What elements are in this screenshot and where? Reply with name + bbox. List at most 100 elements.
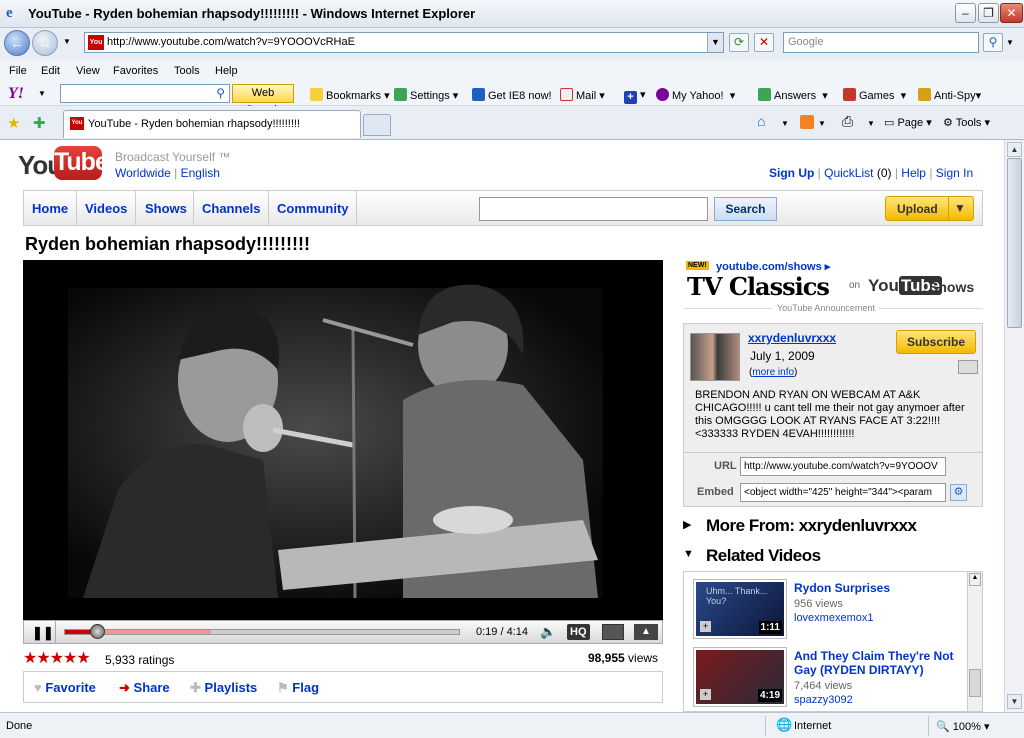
address-bar[interactable]: You http://www.youtube.com/watch?v=9YOOO… (84, 32, 724, 53)
more-info-link[interactable]: more info (752, 367, 794, 378)
home-icon[interactable]: ⌂ (757, 113, 765, 129)
nav-videos[interactable]: Videos (85, 201, 127, 216)
web-search-button[interactable]: Web Search (232, 84, 294, 116)
scroll-thumb[interactable] (1007, 158, 1022, 328)
search-dropdown-icon[interactable]: ▼ (1006, 38, 1014, 47)
youtube-logo-tube[interactable]: Tube (54, 146, 109, 180)
close-button[interactable]: ✕ (1000, 3, 1023, 23)
help-link[interactable]: Help (901, 166, 926, 180)
add-favorites-icon[interactable]: ✚ (33, 114, 46, 132)
list-item[interactable]: Uhm... Thank... You? + 1:11 Rydon Surpri… (693, 579, 890, 639)
print-icon[interactable]: ⎙ (842, 113, 853, 130)
tools-menu[interactable]: ⚙ Tools ▾ (943, 116, 990, 129)
nav-home[interactable]: Home (32, 201, 68, 216)
menu-view[interactable]: View (76, 65, 100, 77)
widescreen-icon[interactable] (602, 624, 624, 640)
related-title[interactable]: And They Claim They're Not Gay (RYDEN DI… (794, 649, 964, 677)
nav-channels[interactable]: Channels (202, 201, 261, 216)
settings-button[interactable]: Settings ▾ (394, 88, 458, 102)
yahoo-search-input[interactable]: ⚲ (60, 84, 230, 103)
rating-stars-icon[interactable]: ★★★★★ (23, 648, 91, 668)
related-scroll-thumb[interactable] (969, 669, 981, 697)
page-scrollbar[interactable]: ▲ ▼ (1004, 140, 1024, 712)
mail-button[interactable]: Mail ▾ (560, 88, 605, 102)
antispy-button[interactable]: Anti-Spy▾ (918, 88, 981, 102)
menu-tools[interactable]: Tools (174, 65, 200, 77)
refresh-icon[interactable]: ⟳ (729, 33, 749, 52)
address-dropdown-icon[interactable]: ▼ (707, 33, 723, 52)
nav-shows[interactable]: Shows (145, 201, 187, 216)
home-dropdown-icon[interactable]: ▼ (781, 119, 789, 128)
menu-edit[interactable]: Edit (41, 65, 60, 77)
share-button[interactable]: ➜ Share (119, 680, 170, 696)
plus-button[interactable]: + ▾ (624, 88, 646, 104)
get-ie8-button[interactable]: Get IE8 now! (472, 88, 552, 102)
maximize-button[interactable]: ❐ (978, 3, 999, 23)
related-heading[interactable]: Related Videos (706, 546, 821, 566)
stop-icon[interactable]: ✕ (754, 33, 774, 52)
history-dropdown-icon[interactable]: ▼ (63, 37, 71, 46)
embed-settings-icon[interactable]: ⚙ (950, 484, 967, 501)
upload-button[interactable]: Upload ▼ (885, 196, 974, 221)
new-tab-button[interactable] (363, 114, 391, 136)
related-user[interactable]: spazzy3092 (794, 694, 853, 706)
english-link[interactable]: English (181, 166, 220, 180)
zoom-control[interactable]: 🔍 100% ▾ (936, 720, 989, 733)
page-menu[interactable]: ▭ Page ▾ (884, 116, 932, 129)
bookmarks-button[interactable]: Bookmarks ▾ (310, 88, 390, 102)
signup-link[interactable]: Sign Up (769, 166, 814, 180)
my-yahoo-button[interactable]: My Yahoo! ▾ (656, 88, 735, 102)
menu-favorites[interactable]: Favorites (113, 65, 158, 77)
search-icon[interactable]: ⚲ (983, 33, 1003, 52)
add-quicklist-icon[interactable]: + (700, 689, 711, 700)
video-thumbnail[interactable]: Uhm... Thank... You? + 1:11 (693, 579, 787, 639)
games-button[interactable]: Games ▾ (843, 88, 906, 102)
video-thumbnail[interactable]: + 4:19 (693, 647, 787, 707)
related-title[interactable]: Rydon Surprises (794, 581, 974, 595)
menu-file[interactable]: File (9, 65, 27, 77)
google-search-input[interactable]: Google (783, 32, 979, 53)
related-user[interactable]: lovexmexemox1 (794, 612, 873, 624)
seek-bar[interactable] (64, 624, 460, 639)
related-toggle-icon[interactable]: ▼ (683, 548, 694, 560)
scroll-up-icon[interactable]: ▲ (1007, 142, 1022, 157)
back-button[interactable]: ← (4, 30, 30, 56)
collapse-icon[interactable] (958, 360, 978, 374)
flag-button[interactable]: ⚑ Flag (277, 680, 319, 696)
scroll-up-icon[interactable]: ▲ (969, 573, 981, 586)
embed-field[interactable]: <object width="425" height="344"><param (740, 483, 946, 502)
volume-icon[interactable]: 🔈 (540, 624, 556, 640)
tab-youtube[interactable]: You YouTube - Ryden bohemian rhapsody!!!… (63, 110, 361, 138)
url-field[interactable]: http://www.youtube.com/watch?v=9YOOOV (740, 457, 946, 476)
add-quicklist-icon[interactable]: + (700, 621, 711, 632)
related-scrollbar[interactable]: ▲ (967, 572, 982, 711)
favorite-button[interactable]: ♥ Favorite (34, 680, 96, 695)
yt-search-input[interactable] (479, 197, 708, 221)
yahoo-logo-icon[interactable]: Y! (8, 85, 24, 103)
scroll-down-icon[interactable]: ▼ (1007, 694, 1022, 709)
menu-help[interactable]: Help (215, 65, 238, 77)
upload-dropdown-icon[interactable]: ▼ (954, 201, 966, 215)
shows-ad[interactable]: NEW! youtube.com/shows ▸ TV Classics on … (683, 258, 983, 318)
uploader-name[interactable]: xxrydenluvrxxx (748, 331, 836, 345)
forward-button[interactable]: → (32, 30, 58, 56)
video-player[interactable] (23, 260, 663, 620)
subscribe-button[interactable]: Subscribe (896, 330, 976, 354)
more-from-heading[interactable]: More From: xxrydenluvrxxx (706, 516, 917, 536)
feeds-dropdown-icon[interactable]: ▼ (818, 119, 826, 128)
worldwide-link[interactable]: Worldwide (115, 166, 171, 180)
fullscreen-icon[interactable]: ▲ (634, 624, 658, 640)
quicklist-link[interactable]: QuickList (824, 166, 873, 180)
minimize-button[interactable]: – (955, 3, 976, 23)
hq-button[interactable]: HQ (567, 624, 590, 640)
print-dropdown-icon[interactable]: ▼ (867, 119, 875, 128)
yt-search-button[interactable]: Search (714, 197, 777, 221)
nav-community[interactable]: Community (277, 201, 349, 216)
favorites-star-icon[interactable]: ★ (7, 114, 20, 132)
answers-button[interactable]: Answers ▾ (758, 88, 828, 102)
playlists-button[interactable]: ✚ Playlists (190, 680, 257, 696)
signin-link[interactable]: Sign In (936, 166, 973, 180)
uploader-avatar[interactable] (690, 333, 740, 381)
feeds-icon[interactable] (800, 115, 814, 129)
list-item[interactable]: + 4:19 And They Claim They're Not Gay (R… (693, 647, 954, 707)
